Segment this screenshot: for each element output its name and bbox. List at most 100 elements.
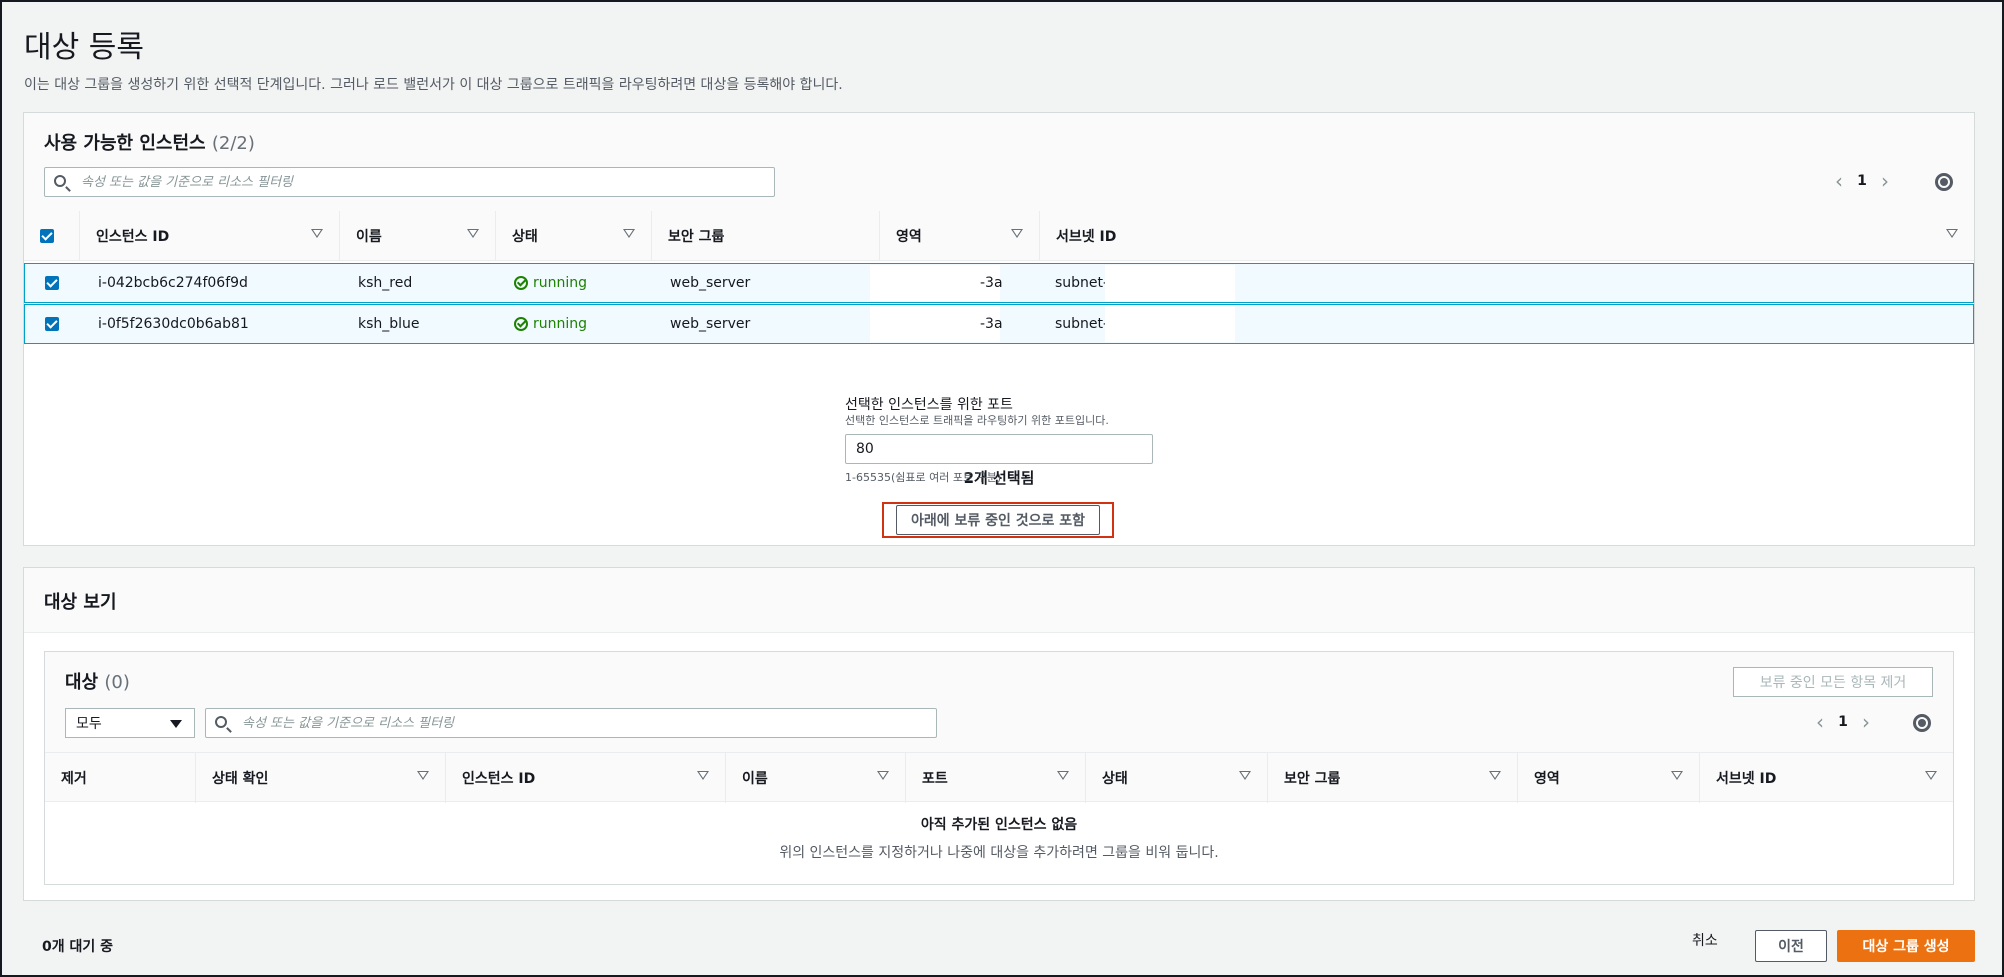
col-health-check[interactable]: 상태 확인	[195, 753, 445, 803]
col-status[interactable]: 상태	[495, 211, 651, 261]
col-name-label: 이름	[742, 771, 768, 787]
status-cell: running	[514, 264, 587, 302]
available-search-input[interactable]	[79, 168, 772, 196]
row-checkbox[interactable]	[45, 276, 59, 290]
col-instance-id[interactable]: 인스턴스 ID	[445, 753, 725, 803]
table-row[interactable]: i-0f5f2630dc0b6ab81 ksh_blue running web…	[24, 304, 1974, 344]
select-all-checkbox[interactable]	[40, 229, 54, 243]
col-security-group-label: 보안 그룹	[668, 229, 725, 245]
targets-title-text: 대상	[65, 672, 99, 693]
targets-table-header: 제거 상태 확인 인스턴스 ID 이름 포트 상태 보안 그룹 영역 서브넷 I…	[45, 752, 1953, 803]
col-subnet-id-label: 서브넷 ID	[1716, 771, 1777, 787]
sort-icon	[467, 229, 479, 238]
available-instances-count: (2/2)	[211, 133, 255, 154]
col-subnet-id[interactable]: 서브넷 ID	[1039, 211, 1974, 261]
col-instance-id[interactable]: 인스턴스 ID	[79, 211, 339, 261]
status-text: running	[533, 316, 588, 332]
col-security-group-label: 보안 그룹	[1284, 771, 1341, 787]
empty-state-title: 아직 추가된 인스턴스 없음	[920, 817, 1078, 833]
col-instance-id-label: 인스턴스 ID	[462, 771, 536, 787]
sort-icon	[1011, 229, 1023, 238]
col-security-group[interactable]: 보안 그룹	[1267, 753, 1517, 803]
subnet-id: subnet-	[1055, 316, 1109, 332]
col-status[interactable]: 상태	[1085, 753, 1267, 803]
status-text: running	[533, 275, 588, 291]
previous-button[interactable]: 이전	[1755, 930, 1827, 962]
row-checkbox-cell	[45, 305, 59, 343]
instance-id: i-0f5f2630dc0b6ab81	[98, 316, 249, 332]
zone: -3a	[980, 275, 1003, 291]
col-port[interactable]: 포트	[905, 753, 1085, 803]
available-table-header: 인스턴스 ID 이름 상태 보안 그룹 영역 서브넷 ID	[24, 211, 1974, 261]
review-targets-title: 대상 보기	[44, 592, 117, 613]
subnet-id: subnet-	[1055, 275, 1109, 291]
include-pending-button[interactable]: 아래에 보류 중인 것으로 포함	[882, 502, 1114, 538]
col-zone-label: 영역	[896, 229, 922, 245]
col-status-label: 상태	[1102, 771, 1128, 787]
sort-icon	[1239, 771, 1251, 780]
pending-count: 0개 대기 중	[42, 939, 114, 955]
empty-state-description: 위의 인스턴스를 지정하거나 나중에 대상을 추가하려면 그룹을 비워 둡니다.	[779, 845, 1219, 861]
chevron-left-icon[interactable]: ‹	[1826, 171, 1852, 191]
col-status-label: 상태	[512, 229, 538, 245]
chevron-right-icon[interactable]: ›	[1853, 712, 1879, 732]
remove-all-pending-button[interactable]: 보류 중인 모든 항목 제거	[1733, 667, 1933, 697]
sort-icon	[1946, 229, 1958, 238]
sort-icon	[877, 771, 889, 780]
targets-search-input[interactable]	[240, 709, 934, 737]
port-hint: 1-65535(쉼표로 여러 포트 구분)	[845, 471, 1002, 484]
security-group: web_server	[670, 316, 751, 332]
col-name[interactable]: 이름	[339, 211, 495, 261]
col-port-label: 포트	[922, 771, 948, 787]
sort-icon	[697, 771, 709, 780]
cancel-button[interactable]: 취소	[1692, 930, 1718, 950]
instance-name: ksh_red	[358, 275, 413, 291]
redacted-block	[1105, 265, 1235, 301]
col-remove-label: 제거	[61, 771, 87, 787]
page-number[interactable]: 1	[1852, 173, 1872, 189]
gear-icon[interactable]	[1913, 714, 1931, 732]
available-search-box[interactable]	[44, 167, 775, 197]
filter-select[interactable]: 모두	[65, 708, 195, 738]
caret-down-icon	[170, 720, 182, 728]
col-name-label: 이름	[356, 229, 382, 245]
gear-icon[interactable]	[1935, 173, 1953, 191]
sort-icon	[311, 229, 323, 238]
col-name[interactable]: 이름	[725, 753, 905, 803]
targets-container: 대상 (0) 보류 중인 모든 항목 제거 모두 ‹ 1 › 제거 상태 확인 …	[44, 651, 1954, 885]
sort-icon	[1671, 771, 1683, 780]
port-label: 선택한 인스턴스를 위한 포트	[845, 397, 1013, 413]
instance-name: ksh_blue	[358, 316, 420, 332]
page-number[interactable]: 1	[1833, 714, 1853, 730]
targets-search-box[interactable]	[205, 708, 937, 738]
chevron-right-icon[interactable]: ›	[1872, 171, 1898, 191]
col-zone-label: 영역	[1534, 771, 1560, 787]
col-zone[interactable]: 영역	[879, 211, 1039, 261]
targets-count: (0)	[104, 672, 130, 693]
create-target-group-button[interactable]: 대상 그룹 생성	[1837, 930, 1975, 962]
page-description: 이는 대상 그룹을 생성하기 위한 선택적 단계입니다. 그러나 로드 밸런서가…	[24, 77, 843, 93]
sort-icon	[1925, 771, 1937, 780]
include-pending-label: 아래에 보류 중인 것으로 포함	[895, 505, 1101, 535]
status-cell: running	[514, 305, 587, 343]
sort-icon	[417, 771, 429, 780]
col-remove: 제거	[45, 753, 195, 803]
table-row[interactable]: i-042bcb6c274f06f9d ksh_red running web_…	[24, 263, 1974, 303]
zone: -3a	[980, 316, 1003, 332]
select-all-header	[24, 211, 79, 261]
sort-icon	[1057, 771, 1069, 780]
targets-title: 대상 (0)	[65, 668, 130, 694]
targets-pagination: ‹ 1 ›	[1807, 712, 1879, 732]
instance-id: i-042bcb6c274f06f9d	[98, 275, 248, 291]
review-targets-panel: 대상 보기 대상 (0) 보류 중인 모든 항목 제거 모두 ‹ 1 ›	[23, 567, 1975, 901]
col-zone[interactable]: 영역	[1517, 753, 1699, 803]
targets-header: 대상 (0) 보류 중인 모든 항목 제거 모두 ‹ 1 ›	[45, 652, 1953, 752]
review-targets-header: 대상 보기	[24, 568, 1974, 633]
col-security-group[interactable]: 보안 그룹	[651, 211, 879, 261]
row-checkbox[interactable]	[45, 317, 59, 331]
port-input[interactable]: 80	[845, 434, 1153, 464]
chevron-left-icon[interactable]: ‹	[1807, 712, 1833, 732]
available-instances-title: 사용 가능한 인스턴스 (2/2)	[44, 129, 255, 155]
redacted-block	[1105, 306, 1235, 342]
col-subnet-id[interactable]: 서브넷 ID	[1699, 753, 1953, 803]
